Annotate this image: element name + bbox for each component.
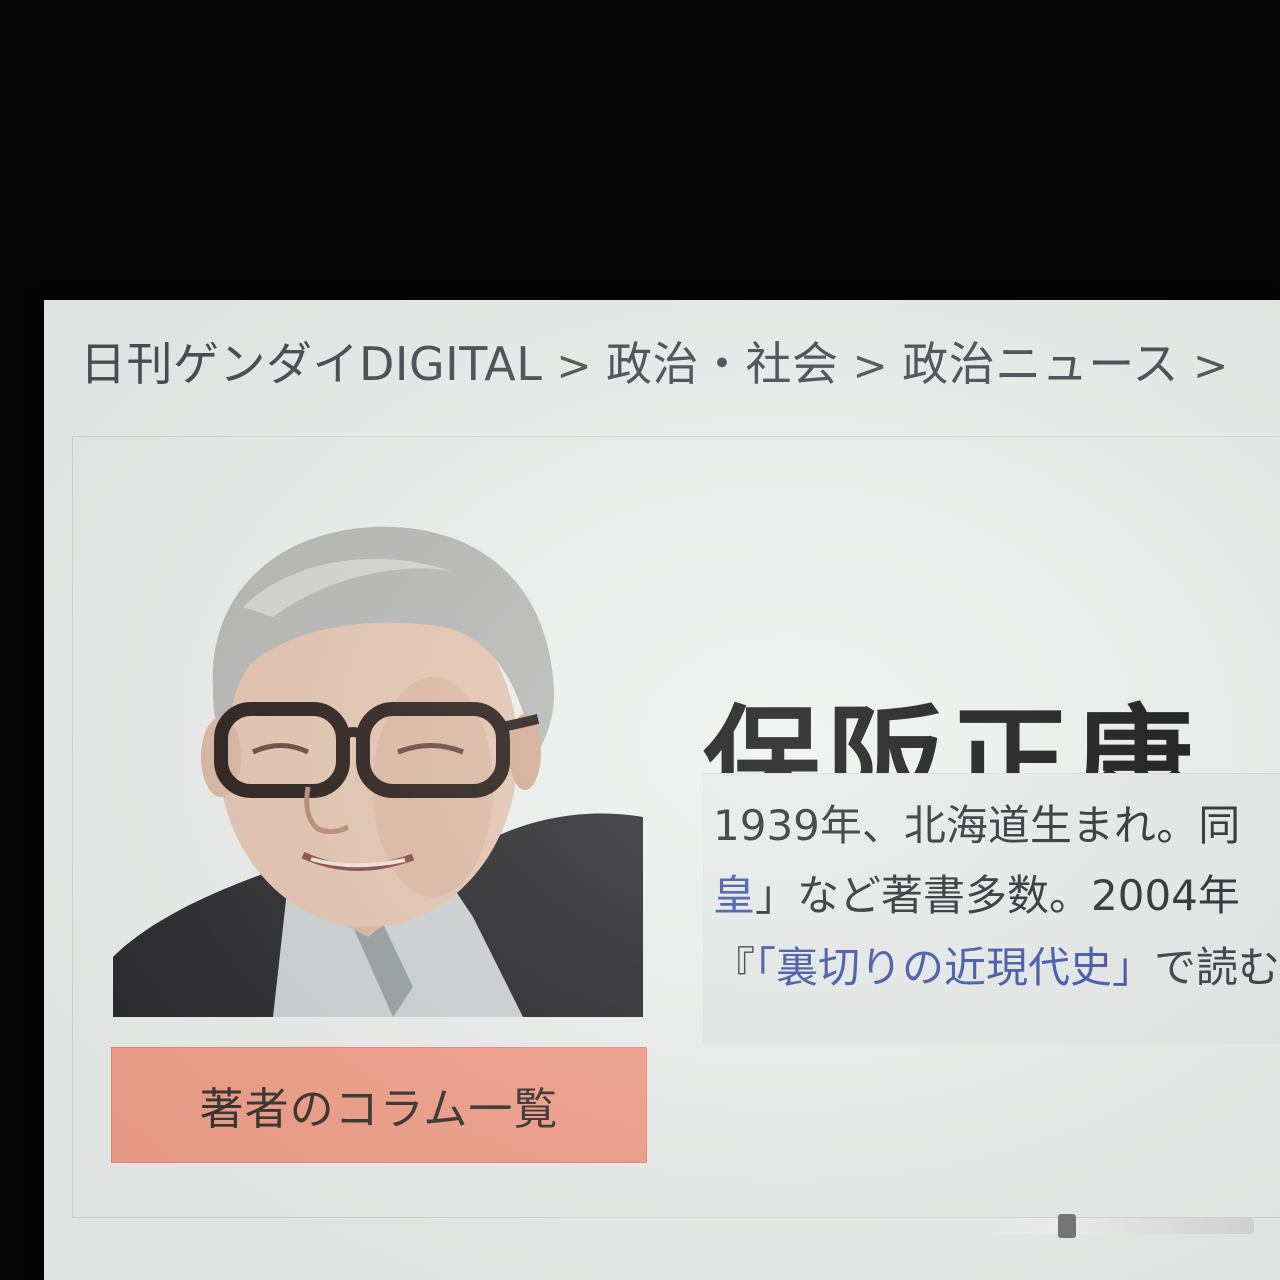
horizontal-scrollbar[interactable]	[974, 1214, 1254, 1238]
bio-column-link[interactable]: 「裏切りの近現代史」	[755, 943, 1154, 992]
bio-line-1: 1939年、北海道生まれ。同	[713, 801, 1241, 850]
chevron-right-icon: >	[556, 341, 593, 390]
breadcrumb-home-link[interactable]: 日刊ゲンダイDIGITAL	[80, 337, 542, 391]
chevron-right-icon: >	[1192, 341, 1229, 390]
bio-book-link[interactable]: 皇	[713, 871, 755, 920]
scrollbar-thumb[interactable]	[1058, 1214, 1076, 1238]
author-profile-card: 著者のコラム一覧 保阪正康 1939年、北海道生まれ。同 皇」など著書多数。20…	[72, 436, 1280, 1218]
author-columns-button[interactable]: 著者のコラム一覧	[111, 1047, 647, 1163]
breadcrumb-political-news-link[interactable]: 政治ニュース	[902, 337, 1179, 391]
author-photo	[113, 487, 643, 1017]
breadcrumb-politics-society-link[interactable]: 政治・社会	[606, 337, 839, 391]
bio-line-2: 皇」など著書多数。2004年	[713, 862, 1240, 923]
bio-line-3: 『「裏切りの近現代史」で読む	[713, 934, 1280, 995]
author-bio: 1939年、北海道生まれ。同 皇」など著書多数。2004年 『「裏切りの近現代史…	[703, 773, 1280, 1044]
bio-line-3-prefix: 『	[713, 943, 756, 992]
chevron-right-icon: >	[852, 341, 889, 390]
bio-line-2-text: 」など著書多数。2004年	[755, 871, 1240, 920]
breadcrumb: 日刊ゲンダイDIGITAL > 政治・社会 > 政治ニュース >	[80, 328, 1243, 394]
author-columns-button-label: 著者のコラム一覧	[199, 1084, 559, 1135]
author-portrait-image	[113, 487, 643, 1017]
bio-line-3-text: で読む	[1154, 943, 1280, 992]
browser-viewport: 日刊ゲンダイDIGITAL > 政治・社会 > 政治ニュース > 著者のコラム一…	[44, 300, 1280, 1280]
